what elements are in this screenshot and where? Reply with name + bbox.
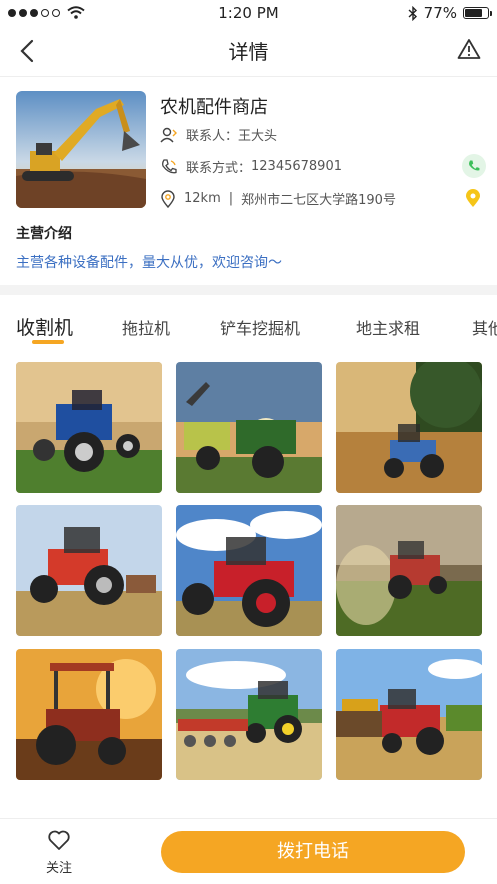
contact-label: 联系人：	[186, 129, 239, 144]
address: 郑州市二七区大学路190号	[241, 193, 396, 208]
location-pin-icon	[161, 189, 175, 208]
phone-icon	[162, 158, 177, 173]
follow-button[interactable]: 关注	[38, 829, 80, 876]
shop-name: 农机配件商店	[160, 97, 268, 118]
intro-text: 主营各种设备配件，量大从优，欢迎咨询～	[16, 255, 282, 271]
phone-label: 联系方式：	[186, 161, 252, 176]
phone-row: 联系方式： 12345678901	[160, 157, 342, 176]
report-warning-icon[interactable]	[457, 38, 481, 60]
phone-number: 12345678901	[251, 159, 342, 174]
product-image[interactable]	[16, 505, 162, 636]
follow-label: 关注	[45, 861, 72, 876]
product-image[interactable]	[16, 362, 162, 493]
shop-photo-excavator	[16, 91, 146, 208]
product-image[interactable]	[176, 505, 322, 636]
product-image[interactable]	[336, 505, 482, 636]
tab-loader-excavator[interactable]: 铲车挖掘机	[220, 315, 300, 339]
distance: 12km	[184, 191, 221, 206]
navigation-bar: 详情	[0, 26, 497, 77]
product-image[interactable]	[336, 649, 482, 780]
call-button[interactable]: 拨打电话	[161, 831, 465, 873]
tab-harvester[interactable]: 收割机	[16, 313, 73, 340]
battery-icon	[463, 7, 492, 19]
contact-name: 王大头	[238, 129, 278, 144]
active-tab-indicator	[32, 340, 64, 344]
separator: |	[228, 191, 234, 206]
page-title: 详情	[228, 40, 269, 64]
bluetooth-icon	[408, 5, 417, 21]
product-image[interactable]	[336, 362, 482, 493]
person-icon	[160, 127, 177, 142]
intro-title: 主营介绍	[16, 226, 72, 242]
section-divider	[0, 285, 497, 295]
category-tabs: 收割机 拖拉机 铲车挖掘机 地主求租 其他	[16, 313, 497, 353]
tab-tractor[interactable]: 拖拉机	[122, 315, 170, 339]
call-phone-button[interactable]	[462, 154, 486, 178]
heart-icon	[48, 830, 70, 850]
shop-info: 农机配件商店 联系人： 王大头 联系方式： 12345678901 12km |…	[16, 91, 486, 211]
product-image[interactable]	[176, 362, 322, 493]
tab-landlord-rent[interactable]: 地主求租	[356, 315, 420, 339]
status-bar: 1:20 PM 77%	[0, 0, 497, 26]
tab-other[interactable]: 其他	[472, 315, 497, 339]
map-location-icon[interactable]	[464, 188, 482, 208]
contact-person-row: 联系人： 王大头	[160, 125, 277, 144]
product-image[interactable]	[176, 649, 322, 780]
phone-call-icon	[469, 160, 480, 171]
product-image[interactable]	[16, 649, 162, 780]
address-row: 12km | 郑州市二七区大学路190号	[160, 189, 396, 208]
bottom-action-bar: 关注 拨打电话	[0, 818, 497, 884]
battery-percent: 77%	[423, 4, 457, 22]
